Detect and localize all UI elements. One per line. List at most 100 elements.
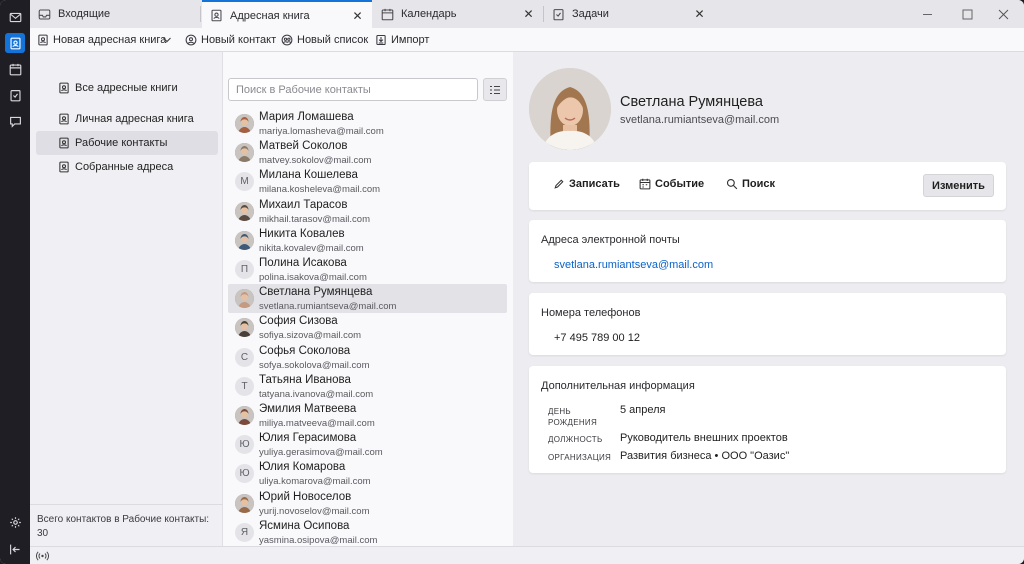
position-value: Руководитель внешних проектов	[620, 432, 788, 444]
sidebar-item-all-books[interactable]: Все адресные книги	[36, 76, 218, 100]
tab-calendar[interactable]: Календарь ✕	[373, 0, 543, 28]
calendar-icon	[639, 178, 651, 190]
avatar	[235, 406, 254, 425]
list-sort-button[interactable]	[483, 78, 507, 101]
email-link[interactable]: svetlana.rumiantseva@mail.com	[554, 259, 713, 271]
list-item[interactable]: Матвей Соколов matvey.sokolov@mail.com	[228, 138, 507, 167]
contact-name: Милана Кошелева	[259, 169, 358, 181]
pencil-icon	[553, 178, 565, 190]
tab-inbox[interactable]: Входящие	[30, 0, 200, 28]
birthday-label-line: РОЖДЕНИЯ	[548, 418, 598, 427]
list-item[interactable]: С Софья Соколова sofya.sokolova@mail.com	[228, 343, 507, 372]
contact-name: Юрий Новоселов	[259, 491, 352, 503]
new-contact-button[interactable]: Новый контакт	[185, 31, 276, 49]
list-item[interactable]: П Полина Исакова polina.isakova@mail.com	[228, 255, 507, 284]
collapse-spaces-icon[interactable]	[5, 539, 25, 559]
window-close-icon[interactable]	[980, 0, 1024, 28]
tab-label: Входящие	[58, 8, 111, 20]
tab-label: Календарь	[401, 8, 457, 20]
tab-separator	[200, 6, 201, 22]
import-button[interactable]: Импорт	[375, 31, 429, 49]
list-item[interactable]: Я Ясмина Осипова yasmina.osipova@mail.com	[228, 518, 507, 546]
avatar	[235, 494, 254, 513]
contact-email: uliya.komarova@mail.com	[259, 476, 371, 487]
contact-email: yuliya.gerasimova@mail.com	[259, 447, 383, 458]
contact-details: Светлана Румянцева svetlana.rumiantseva@…	[513, 52, 1024, 546]
address-book-icon	[58, 113, 70, 125]
contact-list-pane: Поиск в Рабочие контакты Мария Ломашева m…	[223, 52, 513, 546]
tab-address-book[interactable]: Адресная книга ✕	[202, 0, 372, 29]
phone-value[interactable]: +7 495 789 00 12	[554, 332, 640, 344]
new-contact-icon	[185, 34, 197, 46]
close-icon[interactable]: ✕	[351, 9, 364, 23]
close-icon[interactable]: ✕	[693, 7, 706, 21]
sidebar-item-collected[interactable]: Собранные адреса	[36, 155, 218, 179]
contact-name: Михаил Тарасов	[259, 199, 348, 211]
contact-name: Светлана Румянцева	[259, 286, 373, 298]
connection-status-icon[interactable]	[36, 550, 49, 562]
avatar: Я	[235, 523, 254, 542]
tasks-space-icon[interactable]	[5, 85, 25, 105]
list-item[interactable]: Никита Ковалев nikita.kovalev@mail.com	[228, 226, 507, 255]
sidebar-item-personal[interactable]: Личная адресная книга	[36, 107, 218, 131]
avatar	[235, 318, 254, 337]
list-item[interactable]: Светлана Румянцева svetlana.rumiantseva@m…	[228, 284, 507, 313]
list-item[interactable]: Юрий Новоселов yurij.novoselov@mail.com	[228, 489, 507, 518]
new-address-book-label: Новая адресная книга	[53, 34, 167, 46]
close-icon[interactable]: ✕	[522, 7, 535, 21]
phones-title: Номера телефонов	[541, 307, 641, 319]
tab-label: Адресная книга	[230, 9, 310, 22]
mail-space-icon[interactable]	[5, 7, 25, 27]
spaces-toolbar	[0, 0, 30, 564]
avatar: Т	[235, 377, 254, 396]
event-button[interactable]: Событие	[639, 178, 704, 190]
contact-email: nikita.kovalev@mail.com	[259, 243, 364, 254]
tasks-icon	[552, 8, 565, 21]
import-icon	[375, 34, 387, 46]
list-item[interactable]: Эмилия Матвеева miliya.matveeva@mail.com	[228, 401, 507, 430]
address-book-icon	[210, 9, 223, 22]
new-address-book-button[interactable]: Новая адресная книга	[37, 31, 166, 49]
sidebar-item-label: Рабочие контакты	[75, 137, 168, 149]
edit-button[interactable]: Изменить	[923, 174, 994, 197]
avatar	[235, 289, 254, 308]
phones-card: Номера телефонов +7 495 789 00 12	[529, 293, 1006, 355]
position-label: ДОЛЖНОСТЬ	[548, 435, 603, 444]
app-window: Входящие Адресная книга ✕ Календарь ✕ За…	[0, 0, 1024, 564]
new-contact-label: Новый контакт	[201, 34, 277, 46]
chat-space-icon[interactable]	[5, 111, 25, 131]
contact-name: Эмилия Матвеева	[259, 403, 357, 415]
search-input[interactable]: Поиск в Рабочие контакты	[228, 78, 478, 101]
contact-name: Юлия Комарова	[259, 461, 346, 473]
birthday-label: ДЕНЬ РОЖДЕНИЯ	[548, 406, 597, 428]
address-book-icon	[58, 161, 70, 173]
contact-name: Софья Соколова	[259, 345, 351, 357]
emails-card: Адреса электронной почты svetlana.rumian…	[529, 220, 1006, 282]
list-item[interactable]: Т Татьяна Иванова tatyana.ivanova@mail.com	[228, 372, 507, 401]
sort-list-icon	[490, 85, 500, 94]
list-item[interactable]: Ю Юлия Комарова uliya.komarova@mail.com	[228, 459, 507, 488]
contact-name: Юлия Герасимова	[259, 432, 357, 444]
list-item[interactable]: М Милана Кошелева milana.kosheleva@mail.co…	[228, 167, 507, 196]
search-icon	[726, 178, 738, 190]
new-list-button[interactable]: Новый список	[281, 31, 368, 49]
sidebar-item-label: Все адресные книги	[75, 82, 178, 94]
tab-tasks[interactable]: Задачи ✕	[544, 0, 714, 28]
chevron-down-icon[interactable]	[162, 31, 172, 49]
address-book-icon	[37, 34, 49, 46]
list-item[interactable]: Мария Ломашева mariya.lomasheva@mail.com	[228, 109, 507, 138]
contact-email: svetlana.rumiantseva@mail.com	[259, 301, 397, 312]
search-button[interactable]: Поиск	[726, 178, 775, 190]
calendar-space-icon[interactable]	[5, 59, 25, 79]
address-book-space-icon[interactable]	[5, 33, 25, 53]
extra-title: Дополнительная информация	[541, 380, 695, 392]
write-label: Записать	[569, 178, 620, 190]
settings-gear-icon[interactable]	[5, 512, 25, 532]
contact-email: tatyana.ivanova@mail.com	[259, 389, 374, 400]
list-item[interactable]: София Сизова sofiya.sizova@mail.com	[228, 313, 507, 342]
contact-email: mikhail.tarasov@mail.com	[259, 214, 371, 225]
write-button[interactable]: Записать	[553, 178, 620, 190]
sidebar-item-work-contacts[interactable]: Рабочие контакты	[36, 131, 218, 155]
list-item[interactable]: Михаил Тарасов mikhail.tarasov@mail.com	[228, 197, 507, 226]
list-item[interactable]: Ю Юлия Герасимова yuliya.gerasimova@mail.c…	[228, 430, 507, 459]
